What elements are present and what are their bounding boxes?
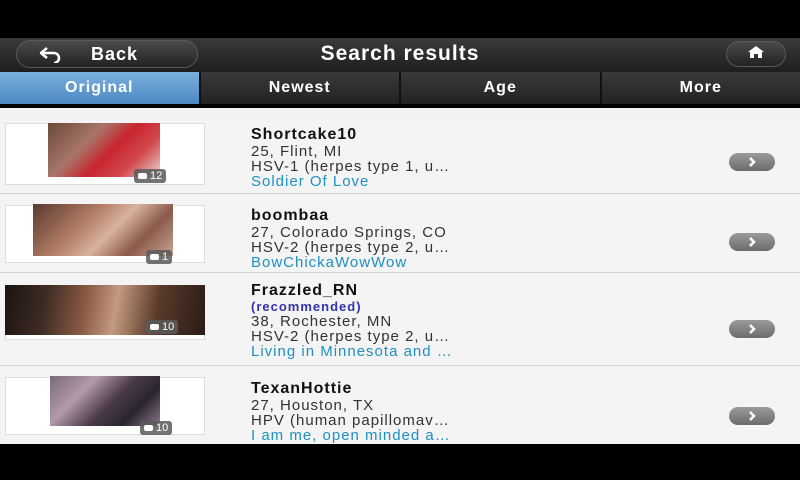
condition: HSV-2 (herpes type 2, u… bbox=[251, 328, 451, 345]
recommended-badge: (recommended) bbox=[251, 299, 362, 314]
result-info: Frazzled_RN (recommended) 38, Rochester,… bbox=[251, 282, 611, 359]
photo-count-badge: 12 bbox=[134, 169, 167, 183]
condition: HSV-1 (herpes type 1, u… bbox=[251, 158, 451, 175]
tab-more[interactable]: More bbox=[601, 72, 800, 104]
result-info: boombaa 27, Colorado Springs, CO HSV-2 (… bbox=[251, 207, 611, 270]
username: Shortcake10 bbox=[251, 126, 358, 143]
tab-newest[interactable]: Newest bbox=[200, 72, 401, 104]
photo-count-badge: 1 bbox=[146, 250, 173, 264]
result-info: Shortcake10 25, Flint, MI HSV-1 (herpes … bbox=[251, 126, 611, 189]
list-item[interactable]: 10 TexanHottie 27, Houston, TX HPV (huma… bbox=[0, 367, 800, 444]
status-bar-area bbox=[0, 0, 800, 38]
home-icon bbox=[747, 45, 765, 64]
profile-photo bbox=[50, 376, 160, 426]
username: Frazzled_RN bbox=[251, 282, 359, 299]
results-list: 12 Shortcake10 25, Flint, MI HSV-1 (herp… bbox=[0, 108, 800, 444]
age-location: 38, Rochester, MN bbox=[251, 313, 393, 330]
camera-icon bbox=[150, 324, 159, 330]
camera-icon bbox=[138, 173, 147, 179]
tagline: Living in Minnesota and … bbox=[251, 343, 453, 360]
tagline: BowChickaWowWow bbox=[251, 254, 408, 271]
photo-count-badge: 10 bbox=[140, 421, 173, 435]
camera-icon bbox=[150, 254, 159, 260]
tab-age[interactable]: Age bbox=[401, 72, 602, 104]
photo-count-badge: 10 bbox=[146, 320, 179, 334]
list-item[interactable]: 10 Frazzled_RN (recommended) 38, Rochest… bbox=[0, 274, 800, 366]
profile-photo bbox=[33, 204, 173, 256]
username: boombaa bbox=[251, 207, 330, 224]
age-location: 25, Flint, MI bbox=[251, 143, 343, 160]
tagline: Soldier Of Love bbox=[251, 173, 370, 190]
chevron-right-icon[interactable] bbox=[729, 320, 775, 338]
age-location: 27, Houston, TX bbox=[251, 397, 375, 414]
username: TexanHottie bbox=[251, 380, 353, 397]
tab-original[interactable]: Original bbox=[0, 72, 201, 104]
age-location: 27, Colorado Springs, CO bbox=[251, 224, 447, 241]
page-title: Search results bbox=[320, 42, 480, 65]
sort-tabs: Original Newest Age More bbox=[0, 72, 800, 104]
list-item[interactable]: 12 Shortcake10 25, Flint, MI HSV-1 (herp… bbox=[0, 116, 800, 194]
tagline: I am me, open minded a… bbox=[251, 427, 451, 444]
chevron-right-icon[interactable] bbox=[729, 153, 775, 171]
condition: HPV (human papillomav… bbox=[251, 412, 450, 429]
camera-icon bbox=[144, 425, 153, 431]
home-button[interactable] bbox=[726, 41, 786, 67]
chevron-right-icon[interactable] bbox=[729, 407, 775, 425]
condition: HSV-2 (herpes type 2, u… bbox=[251, 239, 451, 256]
navigation-bar: Back Search results bbox=[0, 38, 800, 72]
result-info: TexanHottie 27, Houston, TX HPV (human p… bbox=[251, 380, 611, 443]
chevron-right-icon[interactable] bbox=[729, 233, 775, 251]
list-item[interactable]: 1 boombaa 27, Colorado Springs, CO HSV-2… bbox=[0, 195, 800, 273]
bottom-bar-area bbox=[0, 444, 800, 480]
